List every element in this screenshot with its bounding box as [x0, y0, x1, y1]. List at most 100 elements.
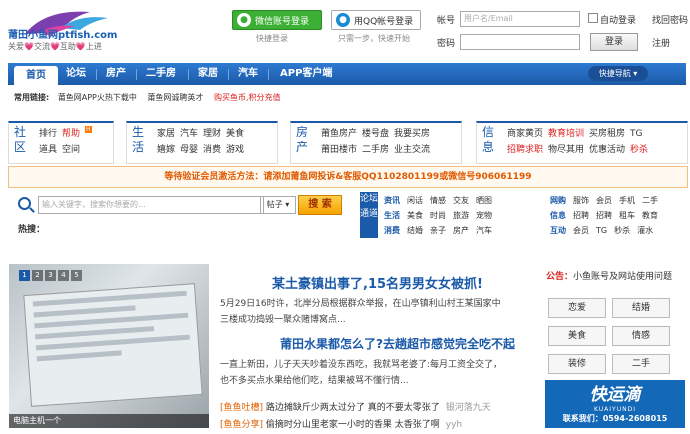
forgot-password-link[interactable]: 找回密码 [652, 13, 688, 26]
tag-button-decoration[interactable]: 装修 [548, 354, 606, 374]
grid-key[interactable]: 互动 [550, 226, 566, 235]
announcement-text[interactable]: 小鱼账号及网站使用问题 [573, 272, 672, 282]
cat-item[interactable]: 游戏 [226, 145, 244, 155]
qq-login-button[interactable]: ● 用QQ帐号登录 [331, 10, 421, 30]
grid-item[interactable]: 房产 [453, 226, 469, 235]
grid-item[interactable]: 结婚 [407, 226, 423, 235]
announcement[interactable]: 公告：小鱼账号及网站使用问题 [546, 269, 672, 282]
nav-forum[interactable]: 论坛 [66, 63, 86, 85]
nav-property[interactable]: 房产 [106, 63, 126, 85]
forum-channel-tab[interactable]: 论坛通道 [360, 192, 378, 238]
link-hiring[interactable]: 莆鱼网诚聘英才 [147, 93, 203, 102]
search-button[interactable]: 搜 索 [298, 195, 342, 215]
link-buy-coins[interactable]: 购买鱼币,积分充值 [214, 93, 281, 102]
grid-item[interactable]: 汽车 [476, 226, 492, 235]
nav-home[interactable]: 首页 [14, 66, 58, 85]
slider-page[interactable]: 1 [19, 270, 30, 281]
cat-item[interactable]: 道具 [39, 145, 57, 155]
grid-key[interactable]: 消费 [384, 226, 400, 235]
grid-item[interactable]: 时尚 [430, 211, 446, 220]
cat-item[interactable]: 汽车 [180, 129, 198, 139]
tag-button-love[interactable]: 恋爱 [548, 298, 606, 318]
cat-item[interactable]: 买房租房 [589, 129, 625, 139]
cat-item[interactable]: 二手房 [362, 145, 389, 155]
account-input[interactable]: 用户名/Email [460, 11, 580, 27]
cat-item[interactable]: 帮助 [62, 129, 80, 139]
link-app-download[interactable]: 莆鱼网APP火热下载中 [58, 93, 137, 102]
headline-2[interactable]: 莆田水果都怎么了?去趟超市感觉完全吃不起 [280, 335, 515, 352]
cat-item[interactable]: 家居 [157, 129, 175, 139]
news-item[interactable]: [鱼鱼分享] 偷摘时分山里老家一小时的香果 太香张了啊 yyh [220, 417, 491, 434]
cat-item[interactable]: 母婴 [180, 145, 198, 155]
cat-item[interactable]: 我要买房 [394, 129, 430, 139]
grid-item[interactable]: 秒杀 [614, 226, 630, 235]
grid-item[interactable]: TG [596, 226, 607, 235]
grid-key[interactable]: 信息 [550, 211, 566, 220]
grid-key[interactable]: 生活 [384, 211, 400, 220]
nav-home-decor[interactable]: 家居 [198, 63, 218, 85]
tag-button-food[interactable]: 美食 [548, 326, 606, 346]
cat-item[interactable]: 秒杀 [630, 145, 648, 155]
cat-item[interactable]: 嬉嫁 [157, 145, 175, 155]
cat-item[interactable]: 优惠活动 [589, 145, 625, 155]
tag-button-marriage[interactable]: 结婚 [612, 298, 670, 318]
grid-item[interactable]: 教育 [642, 211, 658, 220]
news-title[interactable]: 偷摘时分山里老家一小时的香果 太香张了啊 [266, 420, 440, 430]
cat-item[interactable]: 教育培训 [548, 129, 584, 139]
cat-item[interactable]: 排行 [39, 129, 57, 139]
register-link[interactable]: 注册 [652, 36, 670, 49]
password-input[interactable] [460, 34, 580, 50]
cat-item[interactable]: 莆田楼市 [321, 145, 357, 155]
grid-item[interactable]: 招聘 [573, 211, 589, 220]
news-item[interactable]: [鱼鱼吐槽] 路边摊缺斤少两太过分了 真的不要太零张了 银河落九天 [220, 400, 491, 417]
cat-item[interactable]: 物尽其用 [548, 145, 584, 155]
grid-item[interactable]: 会员 [573, 226, 589, 235]
cat-item[interactable]: 业主交流 [394, 145, 430, 155]
grid-item[interactable]: 灌水 [637, 226, 653, 235]
grid-item[interactable]: 会员 [596, 196, 612, 205]
grid-key[interactable]: 网购 [550, 196, 566, 205]
cat-item[interactable]: 商家黄页 [507, 129, 543, 139]
grid-item[interactable]: 闲话 [407, 196, 423, 205]
slider-page[interactable]: 4 [58, 270, 69, 281]
search-input[interactable]: 输入关键字，搜索你想要的... [38, 196, 264, 214]
cat-item[interactable]: 理财 [203, 129, 221, 139]
search-scope-select[interactable]: 帖子 ▾ [260, 196, 296, 214]
grid-item[interactable]: 服饰 [573, 196, 589, 205]
quick-nav-button[interactable]: 快捷导航 ▾ [588, 66, 648, 81]
grid-item[interactable]: 亲子 [430, 226, 446, 235]
slider-photo[interactable]: 12345 电脑主机一个 [9, 264, 209, 428]
grid-key[interactable]: 资讯 [384, 196, 400, 205]
wechat-login-button[interactable]: ● 微信账号登录 [232, 10, 322, 30]
cat-item[interactable]: 消费 [203, 145, 221, 155]
headline-1[interactable]: 某土豪镇出事了,15名男男女女被抓! [272, 273, 483, 292]
logo-text[interactable]: 莆田小鱼网ptfish.com [8, 26, 117, 41]
auto-login-checkbox[interactable] [588, 13, 598, 23]
grid-item[interactable]: 旅游 [453, 211, 469, 220]
cat-item[interactable]: 楼号盘 [362, 129, 389, 139]
slider-page[interactable]: 3 [45, 270, 56, 281]
news-title[interactable]: 路边摊缺斤少两太过分了 真的不要太零张了 [266, 403, 440, 413]
tag-button-second-hand[interactable]: 二手 [612, 354, 670, 374]
grid-item[interactable]: 晒图 [476, 196, 492, 205]
grid-item[interactable]: 宠物 [476, 211, 492, 220]
tag-button-emotion[interactable]: 情感 [612, 326, 670, 346]
nav-second-hand-house[interactable]: 二手房 [146, 63, 176, 85]
grid-item[interactable]: 情感 [430, 196, 446, 205]
cat-item[interactable]: 空间 [62, 145, 80, 155]
nav-app[interactable]: APP客户端 [280, 63, 332, 85]
grid-item[interactable]: 手机 [619, 196, 635, 205]
cat-item[interactable]: TG [630, 129, 642, 139]
grid-item[interactable]: 招聘 [596, 211, 612, 220]
ad-banner[interactable]: 快运滴 KUAIYUNDI 联系我们：0594-2608015 [545, 380, 685, 428]
slider-page[interactable]: 2 [32, 270, 43, 281]
login-button[interactable]: 登录 [590, 33, 638, 51]
slider-page[interactable]: 5 [71, 270, 82, 281]
nav-auto[interactable]: 汽车 [238, 63, 258, 85]
cat-item[interactable]: 莆鱼房产 [321, 129, 357, 139]
grid-item[interactable]: 交友 [453, 196, 469, 205]
cat-item[interactable]: 招聘求职 [507, 145, 543, 155]
cat-item[interactable]: 美食 [226, 129, 244, 139]
grid-item[interactable]: 租车 [619, 211, 635, 220]
grid-item[interactable]: 美食 [407, 211, 423, 220]
